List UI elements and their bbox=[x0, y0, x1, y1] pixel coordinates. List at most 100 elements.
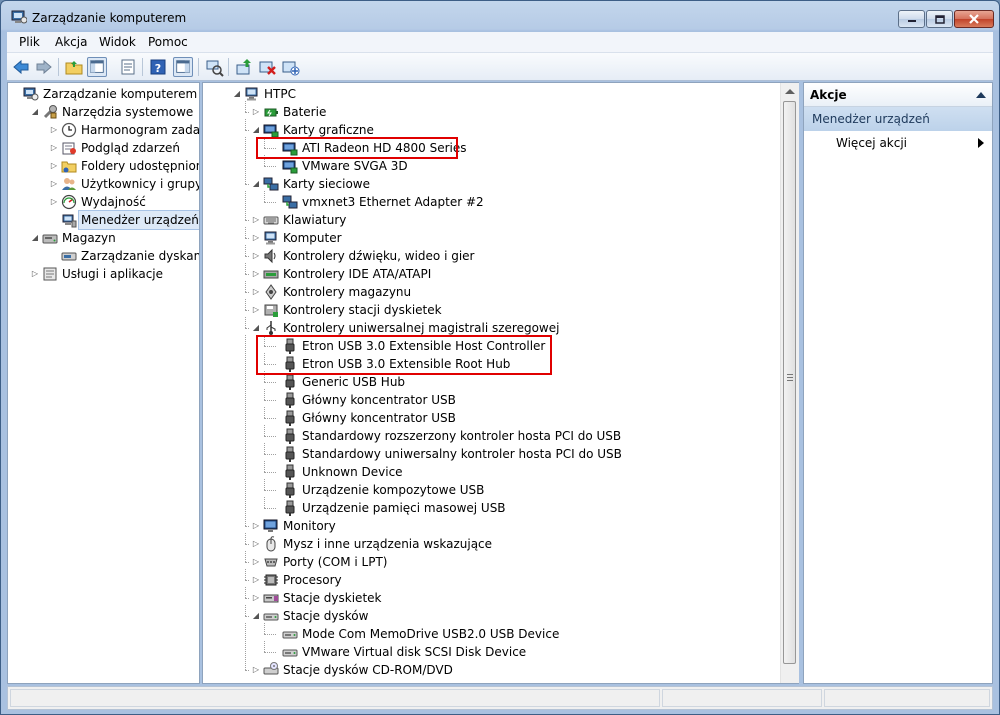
menu-action[interactable]: Akcja bbox=[55, 35, 87, 49]
close-button[interactable] bbox=[954, 10, 994, 28]
title-bar[interactable]: Zarządzanie komputerem bbox=[1, 1, 999, 33]
disk-icon bbox=[61, 252, 77, 261]
expanded-triangle-icon[interactable]: ◢ bbox=[30, 103, 40, 121]
clock-icon bbox=[61, 122, 77, 138]
tree-node[interactable]: ▷ Komputer bbox=[203, 229, 798, 247]
collapsed-triangle-icon[interactable]: ▷ bbox=[251, 553, 261, 571]
scan-hardware-icon[interactable] bbox=[204, 57, 224, 77]
tree-node[interactable]: Zarządzanie dyskami bbox=[8, 247, 199, 265]
tree-node[interactable]: Standardowy uniwersalny kontroler hosta … bbox=[203, 445, 798, 463]
tree-node[interactable]: ▷ Klawiatury bbox=[203, 211, 798, 229]
tree-node[interactable]: vmxnet3 Ethernet Adapter #2 bbox=[203, 193, 798, 211]
collapsed-triangle-icon[interactable]: ▷ bbox=[49, 157, 59, 175]
collapsed-triangle-icon[interactable]: ▷ bbox=[30, 265, 40, 283]
tree-node[interactable]: Główny koncentrator USB bbox=[203, 409, 798, 427]
tree-node[interactable]: ◢ Karty sieciowe bbox=[203, 175, 798, 193]
show-hide-action-pane-icon[interactable] bbox=[173, 57, 193, 77]
tree-node[interactable]: Urządzenie kompozytowe USB bbox=[203, 481, 798, 499]
collapsed-triangle-icon[interactable]: ▷ bbox=[49, 139, 59, 157]
collapsed-triangle-icon[interactable]: ▷ bbox=[251, 571, 261, 589]
collapsed-triangle-icon[interactable]: ▷ bbox=[251, 211, 261, 229]
tree-node[interactable]: Mode Com MemoDrive USB2.0 USB Device bbox=[203, 625, 798, 643]
console-tree[interactable]: Zarządzanie komputerem (lokalne)◢Narzędz… bbox=[7, 82, 200, 684]
properties-sheet-icon[interactable] bbox=[118, 57, 138, 77]
expanded-triangle-icon[interactable]: ◢ bbox=[232, 85, 242, 103]
tree-node[interactable]: Generic USB Hub bbox=[203, 373, 798, 391]
tree-node[interactable]: ▷ Kontrolery magazynu bbox=[203, 283, 798, 301]
uninstall-device-icon[interactable] bbox=[280, 57, 300, 77]
scrollbar-thumb[interactable] bbox=[783, 101, 796, 664]
maximize-button[interactable] bbox=[926, 10, 953, 28]
tree-node[interactable]: VMware SVGA 3D bbox=[203, 157, 798, 175]
tree-node[interactable]: ▷ Podgląd zdarzeń bbox=[8, 139, 199, 157]
collapsed-triangle-icon[interactable]: ▷ bbox=[251, 517, 261, 535]
tree-node[interactable]: ▷ Baterie bbox=[203, 103, 798, 121]
collapsed-triangle-icon[interactable]: ▷ bbox=[251, 247, 261, 265]
tree-node[interactable]: Zarządzanie komputerem (lokalne) bbox=[8, 85, 199, 103]
tree-node[interactable]: ▷ Monitory bbox=[203, 517, 798, 535]
up-folder-icon[interactable] bbox=[64, 57, 84, 77]
tree-node-label: Unknown Device bbox=[302, 465, 403, 479]
more-actions-item[interactable]: Więcej akcji bbox=[836, 133, 907, 153]
collapsed-triangle-icon[interactable]: ▷ bbox=[49, 121, 59, 139]
tree-node[interactable]: ▷ Stacje dysków CD-ROM/DVD bbox=[203, 661, 798, 679]
tree-node[interactable]: Standardowy rozszerzony kontroler hosta … bbox=[203, 427, 798, 445]
vertical-scrollbar[interactable] bbox=[780, 83, 799, 683]
collapsed-triangle-icon[interactable]: ▷ bbox=[251, 283, 261, 301]
collapsed-triangle-icon[interactable]: ▷ bbox=[251, 103, 261, 121]
scroll-up-arrow-icon[interactable] bbox=[785, 89, 795, 94]
tree-node-label: Użytkownicy i grupy lokalne bbox=[81, 177, 200, 191]
minimize-button[interactable] bbox=[898, 10, 925, 28]
collapsed-triangle-icon[interactable]: ▷ bbox=[251, 301, 261, 319]
battery-icon bbox=[264, 108, 278, 117]
tree-node[interactable]: ▷ Harmonogram zadań bbox=[8, 121, 199, 139]
collapsed-triangle-icon[interactable]: ▷ bbox=[251, 535, 261, 553]
tree-node[interactable]: ◢ Magazyn bbox=[8, 229, 199, 247]
tree-node[interactable]: ◢ Stacje dysków bbox=[203, 607, 798, 625]
collapsed-triangle-icon[interactable]: ▷ bbox=[251, 661, 261, 679]
collapsed-triangle-icon[interactable]: ▷ bbox=[251, 589, 261, 607]
tree-node[interactable]: ◢ HTPC bbox=[203, 85, 798, 103]
disable-device-icon[interactable] bbox=[257, 57, 277, 77]
tree-node[interactable]: ▷ Kontrolery stacji dyskietek bbox=[203, 301, 798, 319]
tree-node[interactable]: ▷ Kontrolery dźwięku, wideo i gier bbox=[203, 247, 798, 265]
storage-icon bbox=[42, 234, 58, 244]
tree-node[interactable]: ▷ Foldery udostępnione bbox=[8, 157, 199, 175]
menu-file[interactable]: Plik bbox=[19, 35, 40, 49]
collapsed-triangle-icon[interactable]: ▷ bbox=[49, 193, 59, 211]
menu-help[interactable]: Pomoc bbox=[148, 35, 188, 49]
actions-section-device-manager[interactable]: Menedżer urządzeń bbox=[804, 107, 992, 131]
collapsed-triangle-icon[interactable]: ▷ bbox=[251, 265, 261, 283]
tree-node[interactable]: Unknown Device bbox=[203, 463, 798, 481]
expanded-triangle-icon[interactable]: ◢ bbox=[30, 229, 40, 247]
tree-node[interactable]: ▷ Usługi i aplikacje bbox=[8, 265, 199, 283]
back-arrow-icon[interactable] bbox=[11, 57, 31, 77]
console-tree-icon[interactable] bbox=[87, 57, 107, 77]
computer-icon bbox=[264, 231, 277, 245]
expanded-triangle-icon[interactable]: ◢ bbox=[251, 175, 261, 193]
tree-node[interactable]: ◢ Narzędzia systemowe bbox=[8, 103, 199, 121]
tree-node[interactable]: ▷ Kontrolery IDE ATA/ATAPI bbox=[203, 265, 798, 283]
tree-node[interactable]: Menedżer urządzeń bbox=[8, 210, 199, 230]
menu-view[interactable]: Widok bbox=[99, 35, 136, 49]
tree-node[interactable]: ▷ Użytkownicy i grupy lokalne bbox=[8, 175, 199, 193]
tree-node[interactable]: ▷ Mysz i inne urządzenia wskazujące bbox=[203, 535, 798, 553]
tree-node[interactable]: ▷ Wydajność bbox=[8, 193, 199, 211]
collapsed-triangle-icon[interactable]: ▷ bbox=[49, 175, 59, 193]
collapsed-triangle-icon[interactable]: ▷ bbox=[251, 229, 261, 247]
tree-node[interactable]: VMware Virtual disk SCSI Disk Device bbox=[203, 643, 798, 661]
device-tree[interactable]: ◢ HTPC ▷ Baterie ◢ Karty graficzne ATI Radeon … bbox=[202, 82, 799, 684]
tree-node[interactable]: ▷ Procesory bbox=[203, 571, 798, 589]
tree-node[interactable]: Główny koncentrator USB bbox=[203, 391, 798, 409]
tree-node[interactable]: ▷ Porty (COM i LPT) bbox=[203, 553, 798, 571]
tree-node[interactable]: Urządzenie pamięci masowej USB bbox=[203, 499, 798, 517]
submenu-arrow-icon[interactable] bbox=[978, 138, 984, 148]
collapse-triangle-icon[interactable] bbox=[976, 92, 986, 98]
floppy-controller-icon bbox=[264, 304, 278, 317]
status-bar bbox=[7, 686, 993, 710]
tree-node[interactable]: ▷ Stacje dyskietek bbox=[203, 589, 798, 607]
expanded-triangle-icon[interactable]: ◢ bbox=[251, 607, 261, 625]
update-driver-icon[interactable] bbox=[234, 57, 254, 77]
forward-arrow-icon[interactable] bbox=[34, 57, 54, 77]
help-icon[interactable]: ? bbox=[148, 57, 168, 77]
